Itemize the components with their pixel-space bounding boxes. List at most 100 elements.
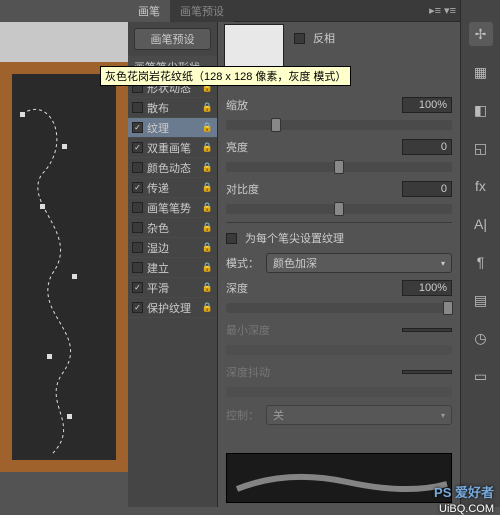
- lock-icon[interactable]: 🔒: [202, 282, 213, 293]
- depth-value[interactable]: 100%: [402, 280, 452, 296]
- opt-label: 画笔笔势: [147, 200, 202, 216]
- contrast-label: 对比度: [226, 181, 276, 197]
- paragraph-icon[interactable]: ¶: [469, 250, 493, 274]
- brush-presets-button[interactable]: 画笔预设: [134, 28, 211, 50]
- checkbox[interactable]: [132, 302, 143, 313]
- watermark-brand: PS 爱好者: [434, 485, 494, 500]
- chalkboard: [12, 74, 116, 460]
- opt-scatter[interactable]: 散布🔒: [128, 98, 217, 118]
- clock-icon[interactable]: ◷: [469, 326, 493, 350]
- lock-icon[interactable]: 🔒: [202, 222, 213, 233]
- brightness-row: 亮度 0: [226, 138, 452, 156]
- control-label: 控制：: [226, 407, 266, 423]
- panel-tabs: 画笔 画笔预设 ▸≡ ▾≡: [128, 0, 460, 22]
- contrast-row: 对比度 0: [226, 180, 452, 198]
- opt-label: 保护纹理: [147, 300, 202, 316]
- opt-buildup[interactable]: 建立🔒: [128, 258, 217, 278]
- brush-stroke-preview: [226, 453, 452, 503]
- opt-label: 双重画笔: [147, 140, 202, 156]
- min-depth-row: 最小深度: [226, 321, 452, 339]
- fx-icon[interactable]: fx: [469, 174, 493, 198]
- opt-color-dynamics[interactable]: 颜色动态🔒: [128, 158, 217, 178]
- invert-checkbox[interactable]: [294, 33, 305, 44]
- chevron-down-icon: ▾: [441, 259, 445, 268]
- depth-jitter-label: 深度抖动: [226, 364, 276, 380]
- scale-label: 缩放: [226, 97, 276, 113]
- chevron-down-icon: ▾: [441, 411, 445, 420]
- texture-tooltip: 灰色花岗岩花纹纸（128 x 128 像素，灰度 模式）: [100, 66, 351, 86]
- brightness-slider[interactable]: [226, 162, 452, 172]
- text-icon[interactable]: A|: [469, 212, 493, 236]
- opt-wet-edges[interactable]: 湿边🔒: [128, 238, 217, 258]
- opt-dual-brush[interactable]: 双重画笔🔒: [128, 138, 217, 158]
- chalkboard-frame: [0, 62, 128, 472]
- checkbox[interactable]: [132, 242, 143, 253]
- per-tip-row: 为每个笔尖设置纹理: [226, 229, 452, 247]
- opt-transfer[interactable]: 传递🔒: [128, 178, 217, 198]
- contrast-slider[interactable]: [226, 204, 452, 214]
- tab-brush[interactable]: 画笔: [128, 0, 170, 22]
- opt-label: 传递: [147, 180, 202, 196]
- scale-value[interactable]: 100%: [402, 97, 452, 113]
- per-tip-checkbox[interactable]: [226, 233, 237, 244]
- preset-icon[interactable]: ▤: [469, 288, 493, 312]
- lock-icon[interactable]: 🔒: [202, 202, 213, 213]
- checkbox[interactable]: [132, 282, 143, 293]
- control-value: 关: [273, 407, 284, 423]
- mode-row: 模式： 颜色加深 ▾: [226, 253, 452, 273]
- min-depth-label: 最小深度: [226, 322, 276, 338]
- swatches-icon[interactable]: ▦: [469, 60, 493, 84]
- checkbox[interactable]: [132, 182, 143, 193]
- lock-icon[interactable]: 🔒: [202, 302, 213, 313]
- brightness-value[interactable]: 0: [402, 139, 452, 155]
- canvas-area: [0, 22, 128, 462]
- depth-slider[interactable]: [226, 303, 452, 313]
- lock-icon[interactable]: 🔒: [202, 102, 213, 113]
- checkbox[interactable]: [132, 142, 143, 153]
- lock-icon[interactable]: 🔒: [202, 122, 213, 133]
- depth-jitter-value: [402, 370, 452, 374]
- right-icon-rail: ✢ ▦ ◧ ◱ fx A| ¶ ▤ ◷ ▭: [460, 0, 500, 507]
- panel-menu-icon[interactable]: ▸≡ ▾≡: [429, 4, 456, 17]
- layers-icon[interactable]: ◧: [469, 98, 493, 122]
- opt-smoothing[interactable]: 平滑🔒: [128, 278, 217, 298]
- lock-icon[interactable]: 🔒: [202, 182, 213, 193]
- lock-icon[interactable]: 🔒: [202, 262, 213, 273]
- tab-brush-presets[interactable]: 画笔预设: [170, 0, 234, 22]
- contrast-value[interactable]: 0: [402, 181, 452, 197]
- scale-slider[interactable]: [226, 120, 452, 130]
- opt-label: 湿边: [147, 240, 202, 256]
- cube-icon[interactable]: ◱: [469, 136, 493, 160]
- texture-settings: 反相 缩放 100% 亮度 0 对比度 0: [218, 22, 460, 507]
- watermark: PS 爱好者: [434, 482, 494, 501]
- brush-options-list: 画笔预设 画笔笔尖形状 形状动态🔒 散布🔒 纹理🔒 双重画笔🔒 颜色动态🔒 传递…: [128, 22, 218, 507]
- note-icon[interactable]: ▭: [469, 364, 493, 388]
- opt-label: 散布: [147, 100, 202, 116]
- checkbox[interactable]: [132, 102, 143, 113]
- opt-label: 平滑: [147, 280, 202, 296]
- control-row: 控制： 关 ▾: [226, 405, 452, 425]
- per-tip-label: 为每个笔尖设置纹理: [245, 230, 344, 246]
- checkbox[interactable]: [132, 122, 143, 133]
- lock-icon[interactable]: 🔒: [202, 162, 213, 173]
- brush-icon[interactable]: ✢: [469, 22, 493, 46]
- depth-label: 深度: [226, 280, 276, 296]
- opt-brush-pose[interactable]: 画笔笔势🔒: [128, 198, 217, 218]
- chalk-path: [12, 74, 116, 460]
- checkbox[interactable]: [132, 202, 143, 213]
- mode-dropdown[interactable]: 颜色加深 ▾: [266, 253, 452, 273]
- checkbox[interactable]: [132, 162, 143, 173]
- opt-protect-texture[interactable]: 保护纹理🔒: [128, 298, 217, 318]
- depth-jitter-slider: [226, 387, 452, 397]
- lock-icon[interactable]: 🔒: [202, 242, 213, 253]
- lock-icon[interactable]: 🔒: [202, 142, 213, 153]
- checkbox[interactable]: [132, 262, 143, 273]
- opt-texture[interactable]: 纹理🔒: [128, 118, 217, 138]
- separator: [226, 222, 452, 223]
- opt-label: 杂色: [147, 220, 202, 236]
- min-depth-value: [402, 328, 452, 332]
- invert-label: 反相: [313, 30, 335, 46]
- opt-noise[interactable]: 杂色🔒: [128, 218, 217, 238]
- opt-label: 颜色动态: [147, 160, 202, 176]
- checkbox[interactable]: [132, 222, 143, 233]
